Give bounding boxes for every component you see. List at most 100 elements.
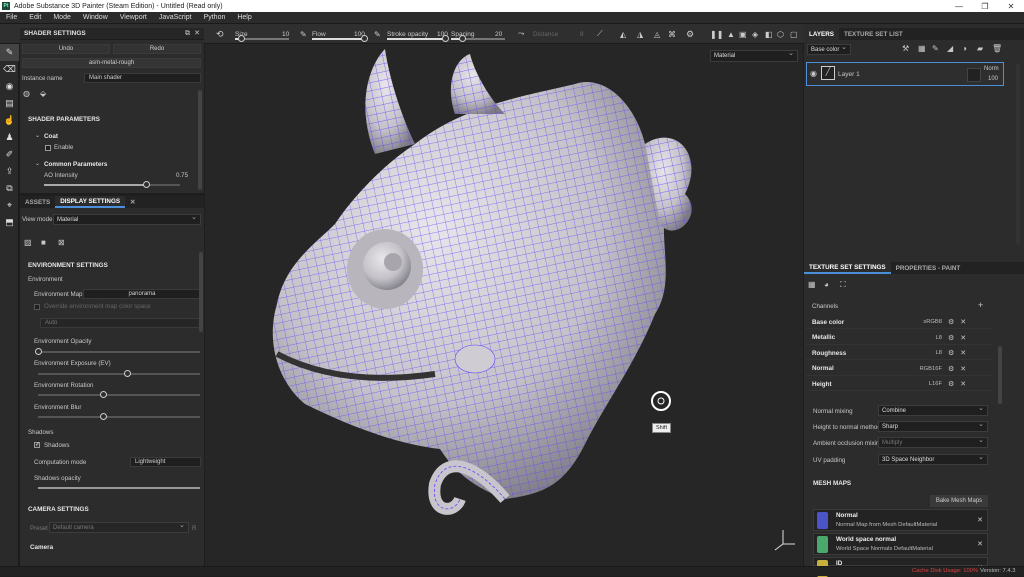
env-blur-knob[interactable]: [99, 413, 107, 420]
layer-name[interactable]: Layer 1: [838, 71, 860, 78]
mesh-map-remove-icon[interactable]: ✕: [977, 516, 983, 524]
env-opacity-knob[interactable]: [35, 348, 42, 355]
flow-slider[interactable]: [312, 35, 368, 42]
symmetry-settings-icon[interactable]: ⌘: [668, 24, 676, 44]
add-folder-icon[interactable]: ▰: [977, 44, 983, 53]
mesh-map-remove-icon[interactable]: ✕: [977, 540, 983, 548]
layers-scrollbar[interactable]: [1016, 64, 1020, 244]
channel-format[interactable]: L8: [886, 350, 942, 356]
view-mode-select[interactable]: Material: [53, 213, 201, 225]
channel-format[interactable]: RGB16F: [886, 366, 942, 372]
coat-chevron-icon[interactable]: ⌄: [35, 132, 40, 139]
pen-pressure-icon[interactable]: ✎: [300, 24, 307, 44]
uv-padding-select[interactable]: 3D Space Neighbor: [878, 453, 988, 465]
mirror-y-icon[interactable]: ◮: [637, 24, 643, 44]
display-tab-close-icon[interactable]: ✕: [125, 196, 140, 208]
env-exposure-knob[interactable]: [124, 370, 132, 377]
coat-section[interactable]: Coat: [44, 133, 58, 140]
normal-mixing-select[interactable]: Combine: [878, 404, 988, 416]
render-icon[interactable]: ▲: [727, 24, 735, 44]
layer-row[interactable]: ◉ ╱ Layer 1 Norm 100: [806, 62, 1004, 86]
shader-tab-icon-2[interactable]: ◕: [824, 280, 829, 289]
add-channel-icon[interactable]: +: [978, 300, 983, 310]
channel-format[interactable]: L8: [886, 335, 942, 341]
symmetry-icon[interactable]: ⟲: [216, 24, 224, 44]
add-paint-layer-icon[interactable]: ✎: [932, 44, 939, 53]
shader-tab2-icon[interactable]: ⬙: [40, 89, 46, 98]
ao-intensity-knob[interactable]: [143, 181, 150, 188]
env-exposure-slider[interactable]: [38, 370, 200, 377]
env-rotation-knob[interactable]: [99, 391, 107, 398]
channel-row[interactable]: Height L16F ⚙ ✕: [806, 378, 992, 391]
camera-icon[interactable]: ▢: [790, 24, 798, 44]
flow-slider-knob[interactable]: [361, 35, 368, 42]
computation-mode-select[interactable]: Lightweight: [130, 457, 201, 467]
menu-python[interactable]: Python: [198, 14, 232, 21]
projection-icon[interactable]: ◉: [0, 78, 19, 95]
add-effect-icon[interactable]: ⚒: [902, 44, 909, 53]
menu-edit[interactable]: Edit: [23, 14, 47, 21]
shadows-opacity-slider[interactable]: [38, 487, 200, 489]
undo-button[interactable]: Undo: [22, 44, 110, 54]
delete-layer-icon[interactable]: 🗑: [992, 44, 1002, 53]
env-blur-slider[interactable]: [38, 413, 200, 420]
env-rotation-slider[interactable]: [38, 391, 200, 398]
settings-tab-icon[interactable]: ▦: [808, 280, 816, 289]
panel-close-icon[interactable]: ✕: [194, 29, 200, 37]
export-icon[interactable]: ⬒: [0, 214, 19, 231]
ao-mixing-select[interactable]: Multiply: [878, 436, 988, 448]
common-chevron-icon[interactable]: ⌄: [35, 160, 40, 167]
menu-mode[interactable]: Mode: [47, 14, 77, 21]
layer-mask-slot[interactable]: [967, 68, 981, 82]
common-parameters-section[interactable]: Common Parameters: [44, 161, 107, 168]
mesh-map-row[interactable]: ID ✕: [813, 557, 988, 577]
height-to-normal-select[interactable]: Sharp: [878, 420, 988, 432]
polygon-fill-icon[interactable]: ▤: [0, 95, 19, 112]
paint-brush-icon[interactable]: ✎: [0, 44, 19, 61]
eraser-icon[interactable]: ⌫: [0, 61, 19, 78]
measure-icon[interactable]: ⌖: [0, 197, 19, 214]
size-slider[interactable]: [235, 35, 289, 42]
camera-tab-icon[interactable]: ■: [41, 238, 46, 247]
geometry-mask-icon[interactable]: ⧉: [0, 180, 19, 197]
smudge-icon[interactable]: ☝: [0, 112, 19, 129]
environment-tab-icon[interactable]: ▨: [24, 238, 32, 247]
viewer-tab-icon[interactable]: ⊠: [58, 238, 65, 247]
tab-properties-paint[interactable]: PROPERTIES - PAINT: [891, 262, 966, 274]
channel-row[interactable]: Base color sRGB8 ⚙ ✕: [806, 316, 992, 329]
distance-value[interactable]: 8: [580, 24, 584, 44]
channel-row[interactable]: Normal RGB16F ⚙ ✕: [806, 363, 992, 376]
ao-intensity-slider[interactable]: [44, 181, 180, 188]
environment-map-field[interactable]: panorama: [83, 289, 201, 299]
3d-view-icon[interactable]: ◈: [752, 24, 758, 44]
flow-pressure-icon[interactable]: ✎: [374, 24, 381, 44]
shader-scrollbar[interactable]: [198, 90, 202, 190]
mirror-x-icon[interactable]: ◭: [620, 24, 626, 44]
redo-button[interactable]: Redo: [113, 44, 201, 54]
display-scrollbar[interactable]: [199, 252, 203, 332]
tab-assets[interactable]: ASSETS: [20, 196, 55, 208]
bake-mesh-maps-button[interactable]: Bake Mesh Maps: [930, 495, 988, 507]
shader-name-button[interactable]: asm-metal-rough: [22, 58, 201, 68]
add-smart-icon[interactable]: ◑: [962, 44, 967, 53]
lazy-mouse-icon[interactable]: ⤳: [518, 24, 524, 44]
stroke-opacity-slider-knob[interactable]: [442, 35, 449, 42]
channel-format[interactable]: sRGB8: [886, 319, 942, 325]
spacing-slider-knob[interactable]: [458, 35, 466, 42]
color-picker-icon[interactable]: ✐: [0, 146, 19, 163]
camera-preset-reset-icon[interactable]: R: [192, 525, 196, 532]
instance-name-input[interactable]: Main shader: [84, 73, 201, 83]
close-icon[interactable]: ✕: [998, 0, 1024, 12]
override-env-checkbox[interactable]: [34, 304, 40, 310]
uv-tab-icon[interactable]: ⛶: [840, 280, 846, 290]
camera-preset-select[interactable]: Default camera: [49, 521, 189, 533]
texture-set-scrollbar[interactable]: [998, 346, 1002, 404]
add-fill-layer-icon[interactable]: ◢: [947, 44, 953, 53]
menu-viewport[interactable]: Viewport: [114, 14, 153, 21]
settings-gear-icon[interactable]: ⚙: [686, 24, 694, 44]
3d-viewport[interactable]: Material ⌄ Shift: [205, 44, 803, 576]
bake-icon[interactable]: ⇪: [0, 163, 19, 180]
channel-settings-icon[interactable]: ⚙: [948, 365, 954, 373]
menu-file[interactable]: File: [0, 14, 23, 21]
mesh-map-row[interactable]: Normal Normal Map from Mesh DefaultMater…: [813, 509, 988, 531]
